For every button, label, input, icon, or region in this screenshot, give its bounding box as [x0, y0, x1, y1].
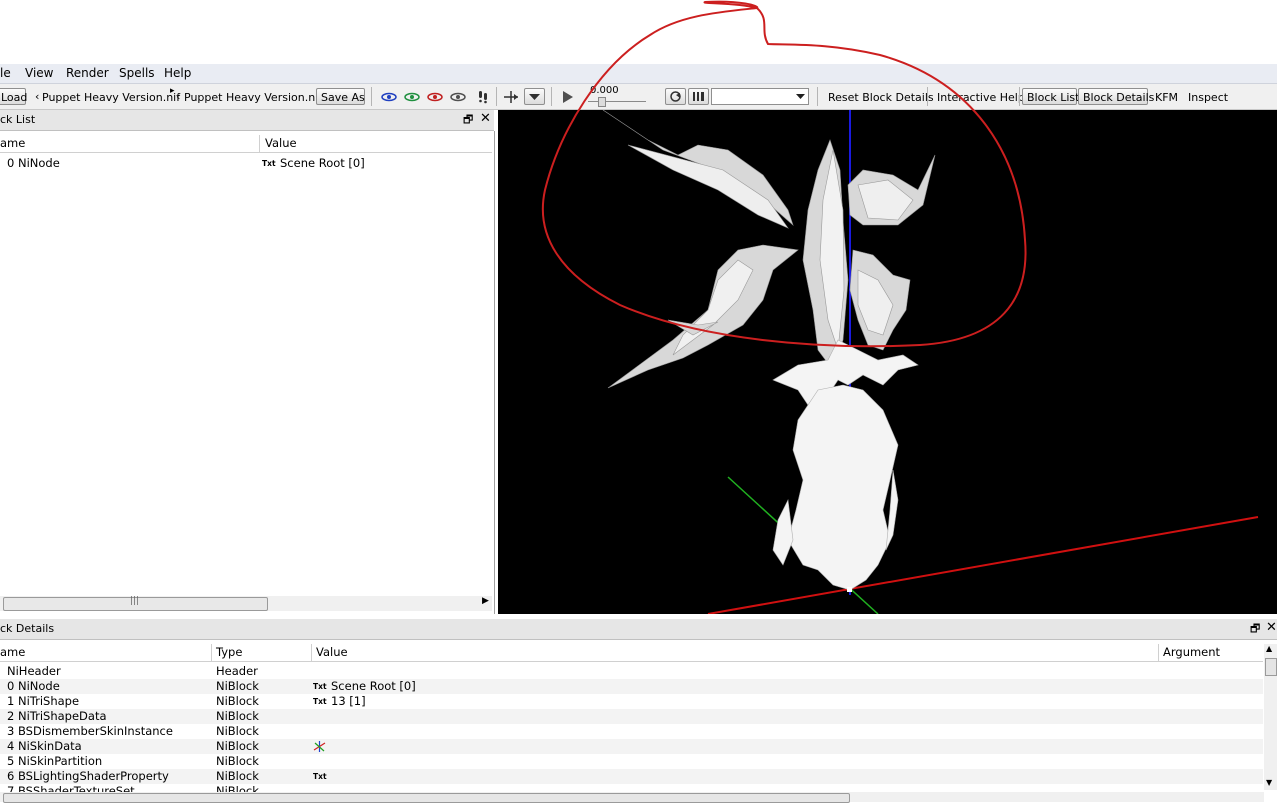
scroll-up-icon[interactable]: ▲ [1266, 644, 1272, 653]
scroll-down-icon[interactable]: ▼ [1266, 778, 1272, 787]
scrollbar-thumb[interactable]: ||| [3, 596, 268, 611]
row-name: 3 BSDismemberSkinInstance [7, 724, 173, 738]
float-icon-2[interactable]: 🗗 [1250, 619, 1260, 639]
row-name: 2 NiTriShapeData [7, 709, 107, 723]
row-type: NiBlock [216, 739, 259, 753]
table-row[interactable]: NiHeader Header [0, 664, 1263, 679]
column-divider-4 [1158, 644, 1159, 661]
row-name: 0 NiNode [7, 679, 60, 693]
block-details-title: ck Details [0, 622, 55, 635]
horizontal-scrollbar[interactable]: ||| ▶ [0, 596, 492, 611]
txt-icon: Txt [313, 682, 327, 691]
vertical-scrollbar-thumb[interactable] [1265, 658, 1277, 676]
row-name: 5 NiSkinPartition [7, 754, 103, 768]
row-name: 1 NiTriShape [7, 694, 80, 708]
txt-icon: Txt [313, 772, 327, 781]
table-row[interactable]: 0 NiNode NiBlock Txt Scene Root [0] [0, 679, 1263, 694]
block-details-title-bar: ck Details 🗗 ✕ [0, 619, 1277, 640]
row-type: Header [216, 664, 258, 678]
close-icon-2[interactable]: ✕ [1266, 618, 1277, 638]
scroll-right-icon[interactable]: ▶ [482, 596, 489, 606]
model-body [772, 339, 919, 591]
txt-icon: Txt [313, 697, 327, 706]
annotation-circle [541, 0, 1027, 348]
column-header-name-2[interactable]: ame [0, 644, 25, 661]
table-row[interactable]: 6 BSLightingShaderProperty NiBlock Txt [0, 769, 1263, 784]
table-row[interactable]: 1 NiTriShape NiBlock Txt 13 [1] [0, 694, 1263, 709]
table-row[interactable]: 4 NiSkinData NiBlock [0, 739, 1263, 754]
table-row[interactable]: 2 NiTriShapeData NiBlock [0, 709, 1263, 724]
table-row[interactable]: 7 BSShaderTextureSet NiBlock [0, 784, 1263, 792]
axes-icon [313, 741, 326, 752]
column-header-type[interactable]: Type [216, 644, 242, 661]
table-row[interactable]: 3 BSDismemberSkinInstance NiBlock [0, 724, 1263, 739]
vertical-scrollbar[interactable]: ▲ ▼ [1264, 644, 1277, 790]
horizontal-scrollbar-2[interactable] [0, 792, 1264, 803]
origin-marker [847, 587, 852, 592]
block-details-header: ame Type Value Argument [0, 644, 1263, 662]
row-type: NiBlock [216, 724, 259, 738]
row-name: 7 BSShaderTextureSet [7, 784, 135, 792]
table-row[interactable]: 5 NiSkinPartition NiBlock [0, 754, 1263, 769]
column-divider-3 [311, 644, 312, 661]
row-type: NiBlock [216, 754, 259, 768]
row-value: 13 [1] [331, 694, 366, 708]
row-name: 4 NiSkinData [7, 739, 82, 753]
column-header-value-2[interactable]: Value [316, 644, 348, 661]
grip-icon: ||| [130, 596, 140, 606]
column-header-argument[interactable]: Argument [1163, 644, 1220, 661]
row-type: NiBlock [216, 694, 259, 708]
row-value: Scene Root [0] [331, 679, 416, 693]
row-type: NiBlock [216, 784, 259, 792]
block-details-panel: ame Type Value Argument NiHeader Header … [0, 640, 1277, 803]
row-name: NiHeader [7, 664, 61, 678]
row-type: NiBlock [216, 679, 259, 693]
row-name: 6 BSLightingShaderProperty [7, 769, 169, 783]
row-type: NiBlock [216, 709, 259, 723]
row-type: NiBlock [216, 769, 259, 783]
column-divider-2 [211, 644, 212, 661]
